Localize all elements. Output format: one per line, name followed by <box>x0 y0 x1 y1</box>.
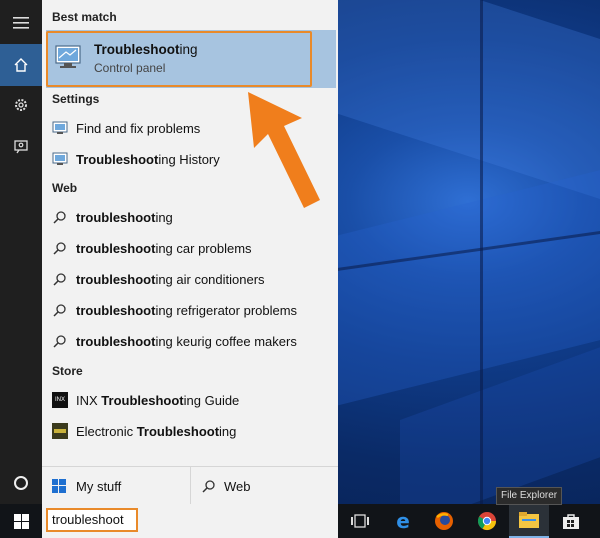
cortana-circle-icon[interactable] <box>0 462 42 504</box>
web-filter-label: Web <box>224 478 251 494</box>
divider <box>190 467 191 505</box>
windows-logo-icon <box>13 513 29 529</box>
list-item-label: troubleshooting air conditioners <box>76 271 265 287</box>
list-item-label: INX Troubleshooting Guide <box>76 392 240 408</box>
filter-bar: My stuff Web <box>42 466 338 505</box>
web-result-item[interactable]: troubleshooting car problems <box>50 234 334 262</box>
electronic-app-icon <box>50 421 70 441</box>
list-item-label: troubleshooting keurig coffee makers <box>76 333 297 349</box>
settings-gear-icon[interactable] <box>0 84 42 126</box>
search-icon <box>50 238 70 258</box>
highlight-box <box>46 31 312 87</box>
settings-app-icon <box>50 149 70 169</box>
search-icon <box>50 207 70 227</box>
store-heading: Store <box>52 364 83 378</box>
settings-heading: Settings <box>52 92 100 106</box>
store-item-inx[interactable]: INX INX Troubleshooting Guide <box>50 386 334 414</box>
store-icon[interactable] <box>551 504 591 538</box>
list-item-label: Troubleshooting History <box>76 151 220 167</box>
windows-logo-icon <box>52 479 66 493</box>
inx-app-icon: INX <box>50 390 70 410</box>
edge-icon[interactable]: e <box>383 504 423 538</box>
file-explorer-tooltip: File Explorer <box>496 487 563 505</box>
best-match-heading: Best match <box>52 10 117 24</box>
web-heading: Web <box>52 181 78 195</box>
search-icon <box>50 269 70 289</box>
settings-app-icon <box>50 118 70 138</box>
chrome-icon[interactable] <box>467 504 507 538</box>
list-item-label: troubleshooting <box>76 209 173 225</box>
list-item-label: Electronic Troubleshooting <box>76 423 237 439</box>
web-result-item[interactable]: troubleshooting air conditioners <box>50 265 334 293</box>
home-icon[interactable] <box>0 44 42 86</box>
hamburger-menu-icon[interactable] <box>0 2 42 44</box>
task-view-icon[interactable] <box>340 504 380 538</box>
file-explorer-icon[interactable] <box>509 504 549 538</box>
search-icon <box>50 300 70 320</box>
start-button[interactable] <box>0 504 42 538</box>
taskbar-search-box: troubleshoot <box>42 504 338 538</box>
store-item-electronic[interactable]: Electronic Troubleshooting <box>50 417 334 445</box>
firefox-icon[interactable] <box>424 504 464 538</box>
search-input[interactable]: troubleshoot <box>46 508 138 532</box>
my-stuff-button[interactable]: My stuff <box>52 467 121 505</box>
my-stuff-label: My stuff <box>76 478 122 494</box>
list-item-label: troubleshooting car problems <box>76 240 252 256</box>
search-icon <box>202 479 216 493</box>
list-item-label: Find and fix problems <box>76 120 201 136</box>
web-result-item[interactable]: troubleshooting keurig coffee makers <box>50 327 334 355</box>
annotation-arrow-icon <box>240 88 330 216</box>
feedback-icon[interactable] <box>0 126 42 168</box>
web-filter-button[interactable]: Web <box>202 467 251 505</box>
list-item-label: troubleshooting refrigerator problems <box>76 302 298 318</box>
search-icon <box>50 331 70 351</box>
start-rail <box>0 0 42 504</box>
web-result-item[interactable]: troubleshooting refrigerator problems <box>50 296 334 324</box>
